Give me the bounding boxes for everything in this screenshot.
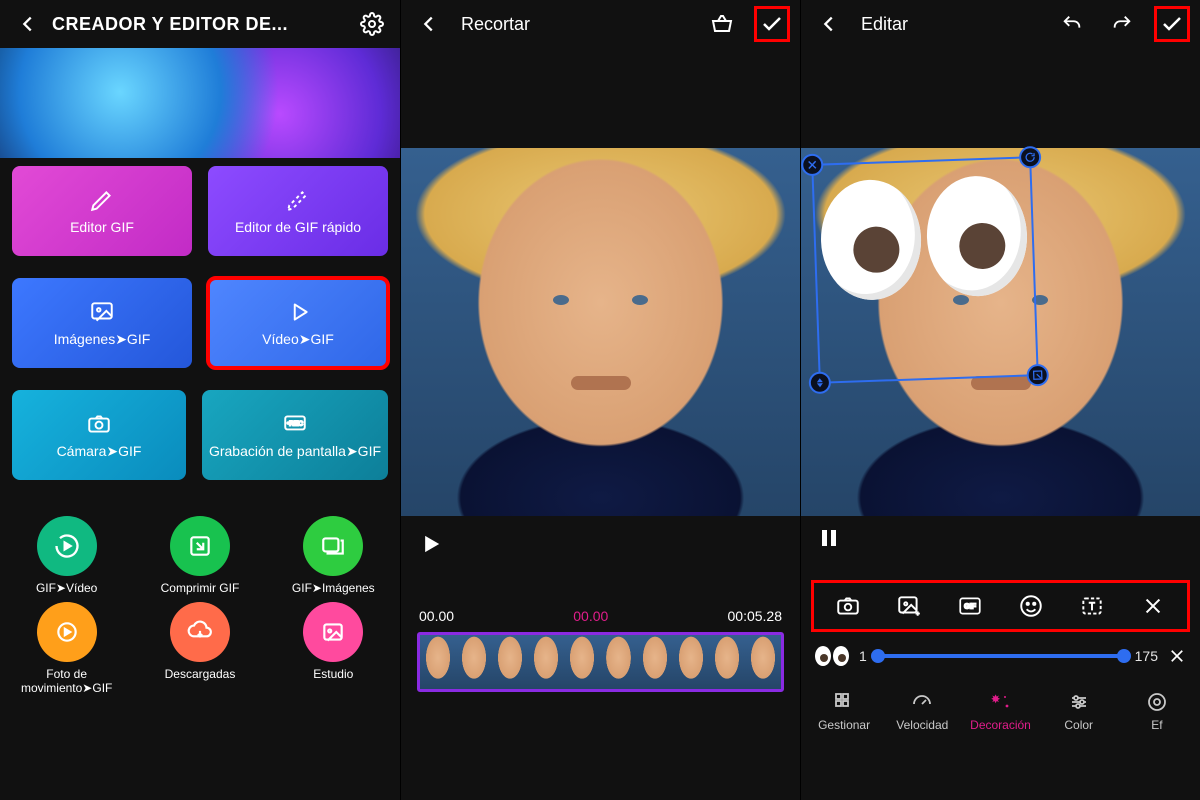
back-icon[interactable] — [811, 6, 847, 42]
tile-label: Cámara➤GIF — [57, 443, 142, 460]
circle-label: Descargadas — [165, 668, 236, 682]
circle-label: GIF➤Imágenes — [292, 582, 375, 596]
slider-min: 1 — [859, 648, 867, 664]
redo-icon[interactable] — [1104, 6, 1140, 42]
back-icon[interactable] — [10, 6, 46, 42]
panel3-title: Editar — [861, 14, 908, 35]
app-title: CREADOR Y EDITOR DE... — [46, 14, 354, 35]
play-button[interactable] — [401, 516, 800, 572]
circle-gif-video[interactable]: GIF➤Vídeo — [12, 516, 122, 596]
video-preview — [401, 148, 800, 516]
basket-icon[interactable] — [704, 6, 740, 42]
sticker-bounding-box[interactable] — [811, 156, 1039, 384]
time-current: 00.00 — [573, 608, 608, 624]
tool-close-icon[interactable] — [1133, 586, 1173, 626]
circle-label: Comprimir GIF — [161, 582, 240, 596]
video-frame — [401, 148, 800, 516]
tool-text-icon[interactable] — [1072, 586, 1112, 626]
panel-recortar: Recortar 00.00 00.00 00:05.28 — [400, 0, 800, 800]
circle-estudio[interactable]: Estudio — [278, 602, 388, 696]
settings-icon[interactable] — [354, 6, 390, 42]
tab-color[interactable]: Color — [1040, 690, 1118, 732]
tile-label: Vídeo➤GIF — [262, 331, 334, 348]
circle-label: GIF➤Vídeo — [36, 582, 97, 596]
tile-label: Editor de GIF rápido — [235, 219, 361, 235]
time-end: 00:05.28 — [728, 608, 783, 624]
time-bar: 00.00 00.00 00:05.28 — [401, 608, 800, 624]
slider-handle-left[interactable] — [871, 649, 885, 663]
range-slider[interactable] — [877, 654, 1125, 658]
tab-efecto[interactable]: Ef — [1118, 690, 1196, 732]
circle-label: Estudio — [313, 668, 353, 682]
panel-editar: Editar GIF — [800, 0, 1200, 800]
timeline-strip[interactable] — [417, 632, 784, 692]
tab-velocidad[interactable]: Velocidad — [883, 690, 961, 732]
tile-imagenes-gif[interactable]: Imágenes➤GIF — [12, 278, 192, 368]
tab-gestionar[interactable]: Gestionar — [805, 690, 883, 732]
slider-handle-right[interactable] — [1117, 649, 1131, 663]
circle-foto-movimiento[interactable]: Foto de movimiento➤GIF — [12, 602, 122, 696]
tab-label: Color — [1064, 718, 1093, 732]
tool-gif-icon[interactable]: GIF — [950, 586, 990, 626]
circle-descargadas[interactable]: Descargadas — [145, 602, 255, 696]
time-start: 00.00 — [419, 608, 454, 624]
tile-grabacion-gif[interactable]: •REC Grabación de pantalla➤GIF — [202, 390, 388, 480]
bottom-tabs: Gestionar Velocidad Decoración Color Ef — [801, 672, 1200, 740]
tile-camara-gif[interactable]: Cámara➤GIF — [12, 390, 186, 480]
circle-comprimir[interactable]: Comprimir GIF — [145, 516, 255, 596]
tab-label: Decoración — [970, 718, 1031, 732]
pause-button[interactable] — [801, 516, 1200, 560]
sticker-thumbnail-icon — [815, 646, 849, 666]
tile-label: Editor GIF — [70, 219, 134, 235]
circle-row-1: GIF➤Vídeo Comprimir GIF GIF➤Imágenes — [0, 516, 400, 596]
tile-video-gif[interactable]: Vídeo➤GIF — [208, 278, 388, 368]
hero-banner — [0, 48, 400, 158]
tile-label: Imágenes➤GIF — [54, 331, 151, 348]
circle-row-2: Foto de movimiento➤GIF Descargadas Estud… — [0, 602, 400, 696]
tool-emoji-icon[interactable] — [1011, 586, 1051, 626]
panel2-header: Recortar — [401, 0, 800, 48]
decoration-toolbar: GIF — [811, 580, 1190, 632]
tab-label: Gestionar — [818, 718, 870, 732]
circle-gif-imagenes[interactable]: GIF➤Imágenes — [278, 516, 388, 596]
slider-close-icon[interactable] — [1168, 647, 1186, 665]
tool-camera-icon[interactable] — [828, 586, 868, 626]
svg-text:•REC: •REC — [287, 421, 303, 428]
panel1-header: CREADOR Y EDITOR DE... — [0, 0, 400, 48]
panel-home: CREADOR Y EDITOR DE... Editor GIF Editor… — [0, 0, 400, 800]
svg-text:GIF: GIF — [964, 604, 976, 611]
slider-max: 175 — [1135, 648, 1158, 664]
frame-range-slider: 1 175 — [801, 640, 1200, 672]
tab-label: Ef — [1151, 718, 1162, 732]
panel2-title: Recortar — [461, 14, 530, 35]
video-preview-edit — [801, 148, 1200, 516]
back-icon[interactable] — [411, 6, 447, 42]
handle-delete-icon[interactable] — [801, 153, 824, 176]
tile-editor-gif[interactable]: Editor GIF — [12, 166, 192, 256]
panel3-header: Editar — [801, 0, 1200, 48]
tab-label: Velocidad — [896, 718, 948, 732]
circle-label: Foto de movimiento➤GIF — [12, 668, 122, 696]
tile-grid: Editor GIF Editor de GIF rápido Imágenes… — [0, 158, 400, 510]
tile-editor-gif-rapido[interactable]: Editor de GIF rápido — [208, 166, 388, 256]
tab-decoracion[interactable]: Decoración — [961, 690, 1039, 732]
confirm-check-icon[interactable] — [1154, 6, 1190, 42]
undo-icon[interactable] — [1054, 6, 1090, 42]
tool-add-image-icon[interactable] — [889, 586, 929, 626]
confirm-check-icon[interactable] — [754, 6, 790, 42]
tile-label: Grabación de pantalla➤GIF — [209, 443, 381, 459]
